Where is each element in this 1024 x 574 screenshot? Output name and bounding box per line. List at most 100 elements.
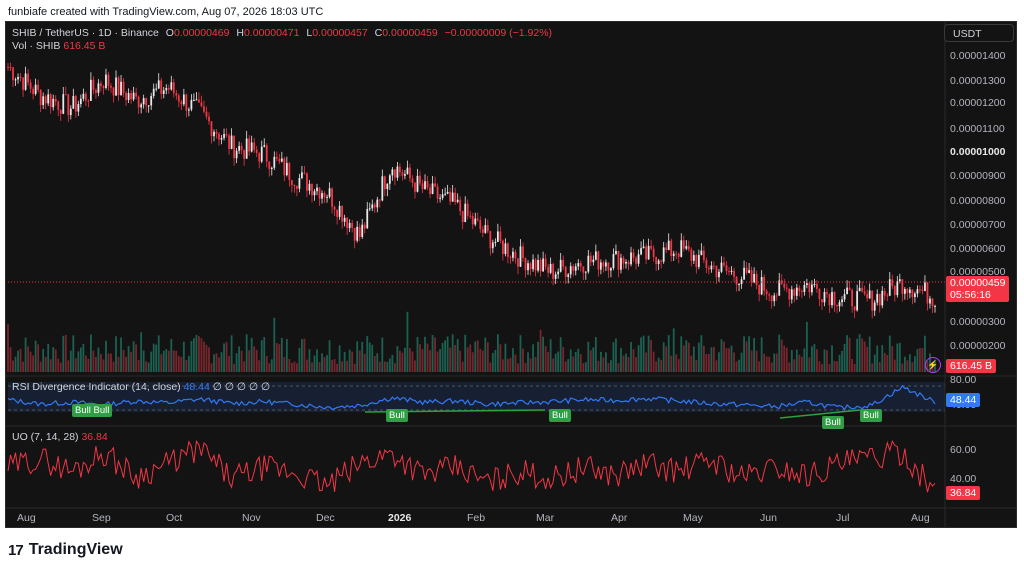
volume-bar xyxy=(652,351,655,372)
candle-body xyxy=(318,187,321,199)
candle-body xyxy=(145,98,148,106)
volume-bar xyxy=(901,363,904,372)
volume-bar xyxy=(481,350,484,372)
candle-body xyxy=(278,158,281,162)
bull-label: Bull xyxy=(549,409,571,422)
countdown-value: 05:56:16 xyxy=(950,289,991,301)
candle-body xyxy=(471,215,474,225)
candle-body xyxy=(803,284,806,293)
candle-body xyxy=(258,153,261,162)
volume-bar xyxy=(748,336,750,372)
volume-bar xyxy=(564,361,567,372)
volume-bar xyxy=(903,356,906,372)
volume-bar xyxy=(190,341,193,372)
volume-bar xyxy=(770,362,773,372)
volume-bar xyxy=(524,362,527,372)
candle-body xyxy=(841,299,843,303)
volume-bar xyxy=(321,353,323,372)
close-value: 0.00000459 xyxy=(382,27,438,39)
candle-body xyxy=(765,290,768,295)
candle-body xyxy=(446,191,449,194)
currency-button[interactable]: USDT xyxy=(944,24,1014,42)
volume-bar xyxy=(559,337,562,372)
volume-bar xyxy=(391,354,394,372)
volume-bar xyxy=(846,335,848,372)
candle-body xyxy=(878,294,881,306)
volume-bar xyxy=(421,349,424,372)
candle-body xyxy=(7,66,9,68)
candle-body xyxy=(695,255,698,267)
volume-bar xyxy=(527,352,529,372)
candle-body xyxy=(574,266,577,271)
chart-canvas[interactable] xyxy=(0,0,1024,574)
volume-bar xyxy=(152,343,155,372)
candle-body xyxy=(270,167,273,169)
volume-bar xyxy=(290,362,293,372)
candle-body xyxy=(311,183,313,196)
candle-body xyxy=(245,138,248,159)
volume-bar xyxy=(484,337,487,372)
candle-body xyxy=(760,277,763,295)
bull-label: Bull xyxy=(386,409,408,422)
volume-bar xyxy=(326,355,328,372)
candle-body xyxy=(34,84,37,94)
volume-bar xyxy=(635,357,637,372)
volume-bar xyxy=(898,342,901,372)
candle-body xyxy=(107,74,110,86)
volume-bar xyxy=(780,339,783,372)
candle-body xyxy=(358,226,361,237)
candle-body xyxy=(499,231,502,241)
volume-bar xyxy=(816,349,818,372)
candle-body xyxy=(122,81,125,93)
candle-body xyxy=(441,194,444,198)
volume-bar xyxy=(34,340,37,372)
price-tick: 0.00000700 xyxy=(950,219,1006,231)
volume-bar xyxy=(258,360,261,372)
rsi-value-badge: 48.44 xyxy=(946,393,981,407)
candles xyxy=(7,62,936,319)
volume-bar xyxy=(12,360,14,372)
bull-label: Bull xyxy=(860,409,882,422)
candle-body xyxy=(285,163,288,176)
candle-body xyxy=(444,193,447,195)
volume-bar xyxy=(881,345,884,372)
candle-body xyxy=(198,99,200,103)
volume-bar xyxy=(479,348,482,372)
candle-body xyxy=(542,258,544,272)
candle-body xyxy=(876,294,879,303)
volume-bar xyxy=(263,337,266,372)
candle-body xyxy=(826,292,828,294)
volume-bar xyxy=(341,361,344,372)
volume-bar xyxy=(17,350,19,372)
volume-bar xyxy=(753,338,756,372)
volume-bar xyxy=(491,352,494,372)
candle-body xyxy=(77,104,80,112)
candle-body xyxy=(851,289,853,307)
volume-bar xyxy=(155,344,158,372)
candle-body xyxy=(150,95,153,106)
volume-bar xyxy=(685,340,688,372)
candle-body xyxy=(858,287,861,292)
footer-brand[interactable]: 17 TradingView xyxy=(8,541,123,559)
volume-bar xyxy=(627,357,630,372)
candle-body xyxy=(343,217,346,222)
candle-body xyxy=(213,131,215,137)
candle-body xyxy=(557,271,560,275)
volume-bar xyxy=(788,362,791,372)
candle-body xyxy=(479,220,482,230)
candle-body xyxy=(115,77,117,96)
candle-body xyxy=(685,246,688,249)
volume-bar xyxy=(361,341,364,372)
candle-body xyxy=(773,295,776,302)
volume-bar xyxy=(640,337,642,372)
lightning-icon[interactable]: ⚡ xyxy=(925,357,941,373)
candle-body xyxy=(67,94,70,116)
candle-body xyxy=(886,295,889,297)
time-tick: Apr xyxy=(611,512,628,524)
candle-body xyxy=(924,282,926,291)
volume-bar xyxy=(607,363,610,372)
volume-bar xyxy=(245,334,248,372)
volume-bar xyxy=(539,329,542,372)
volume-bar xyxy=(167,350,170,372)
volume-bar xyxy=(740,352,743,372)
